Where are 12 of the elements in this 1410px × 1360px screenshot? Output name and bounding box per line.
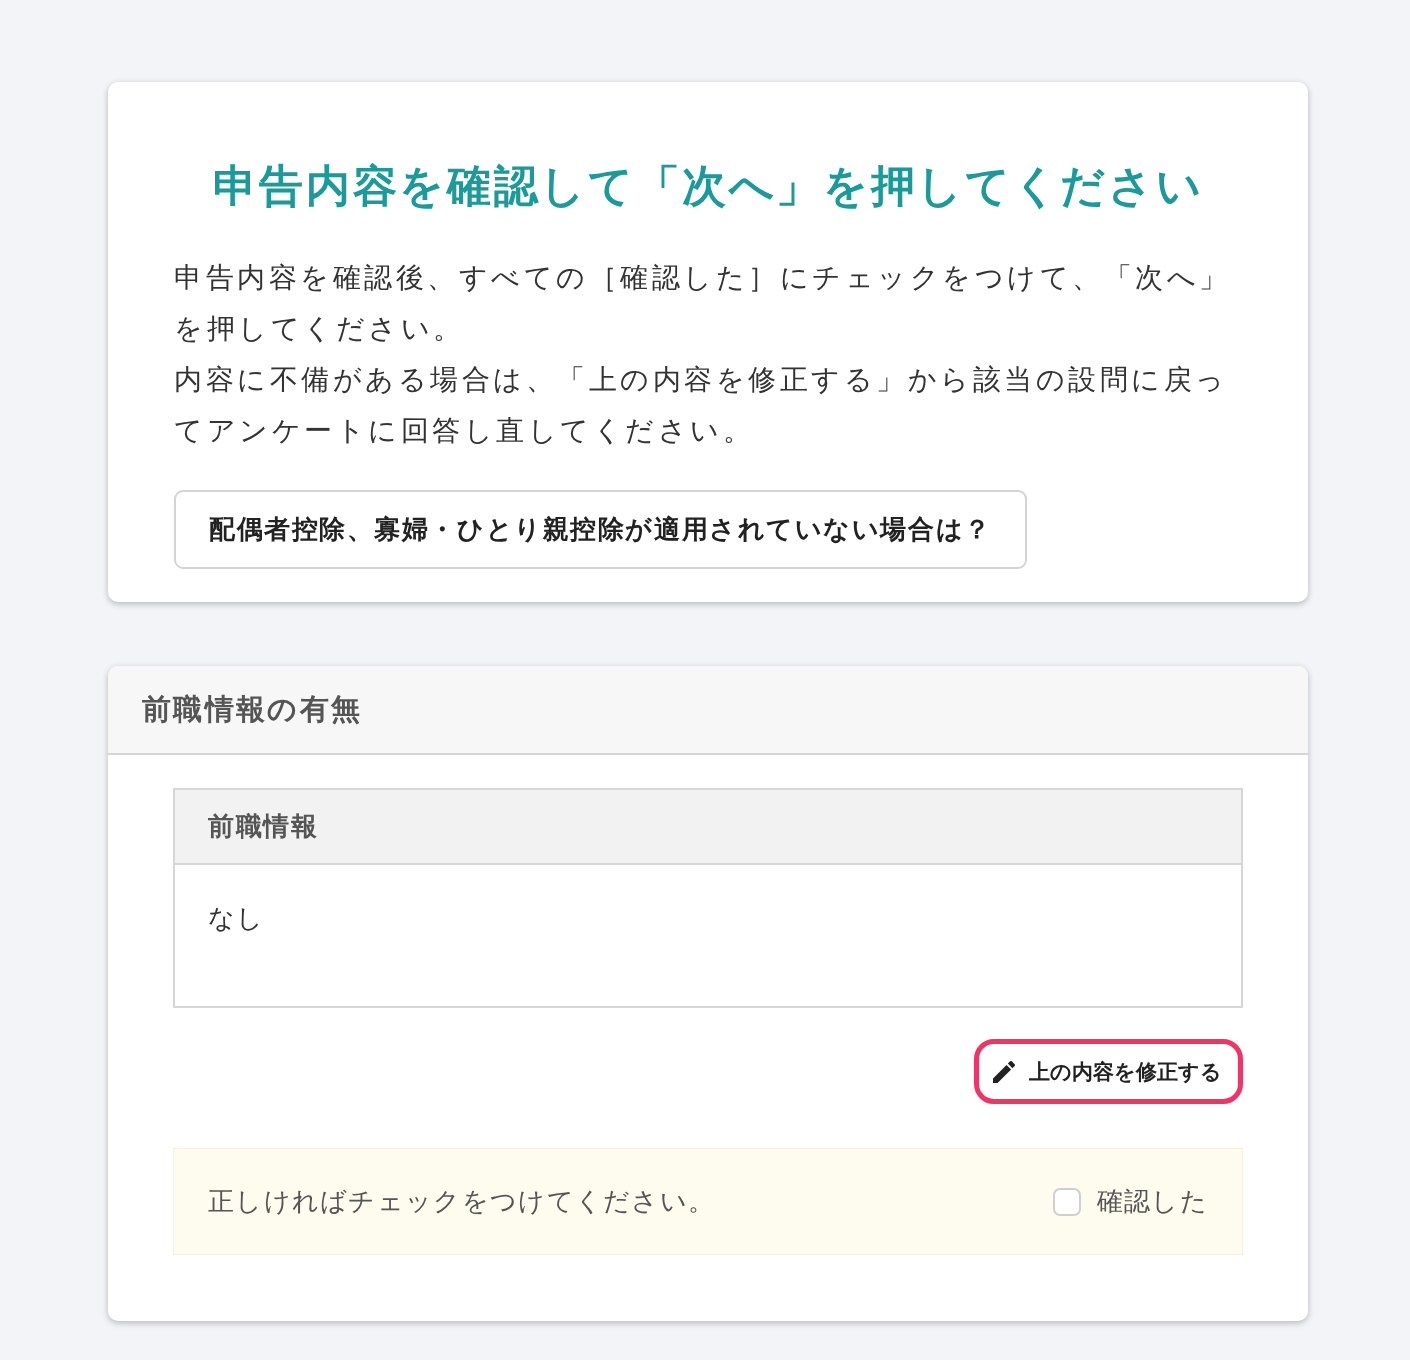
instruction-text: 内容に不備がある場合は、「上の内容を修正する」から該当の設問に戻ってアンケートに回答し直してください。 [174,363,1229,448]
checkbox[interactable] [1052,1187,1081,1216]
pencil-icon [993,1060,1015,1083]
table-header-text: 前職情報 [208,810,319,843]
confirm-prompt: 正しければチェックをつけてください。 [208,1185,716,1218]
table-cell-text: なし [208,903,265,933]
section-title: 前職情報の有無 [142,691,363,727]
edit-button[interactable]: 上の内容を修正する [974,1039,1243,1104]
instruction-text: 申告内容を確認後、すべての［確認した］にチェックをつけて、「次へ」を押してください。 [174,261,1232,346]
page-title: 申告内容を確認して「次へ」を押してください [211,160,1205,212]
checkbox-label[interactable]: 確認した [1096,1182,1208,1221]
help-link-button[interactable]: 配偶者控除、寡婦・ひとり親控除が適用されていない場合は？ [174,490,1027,569]
